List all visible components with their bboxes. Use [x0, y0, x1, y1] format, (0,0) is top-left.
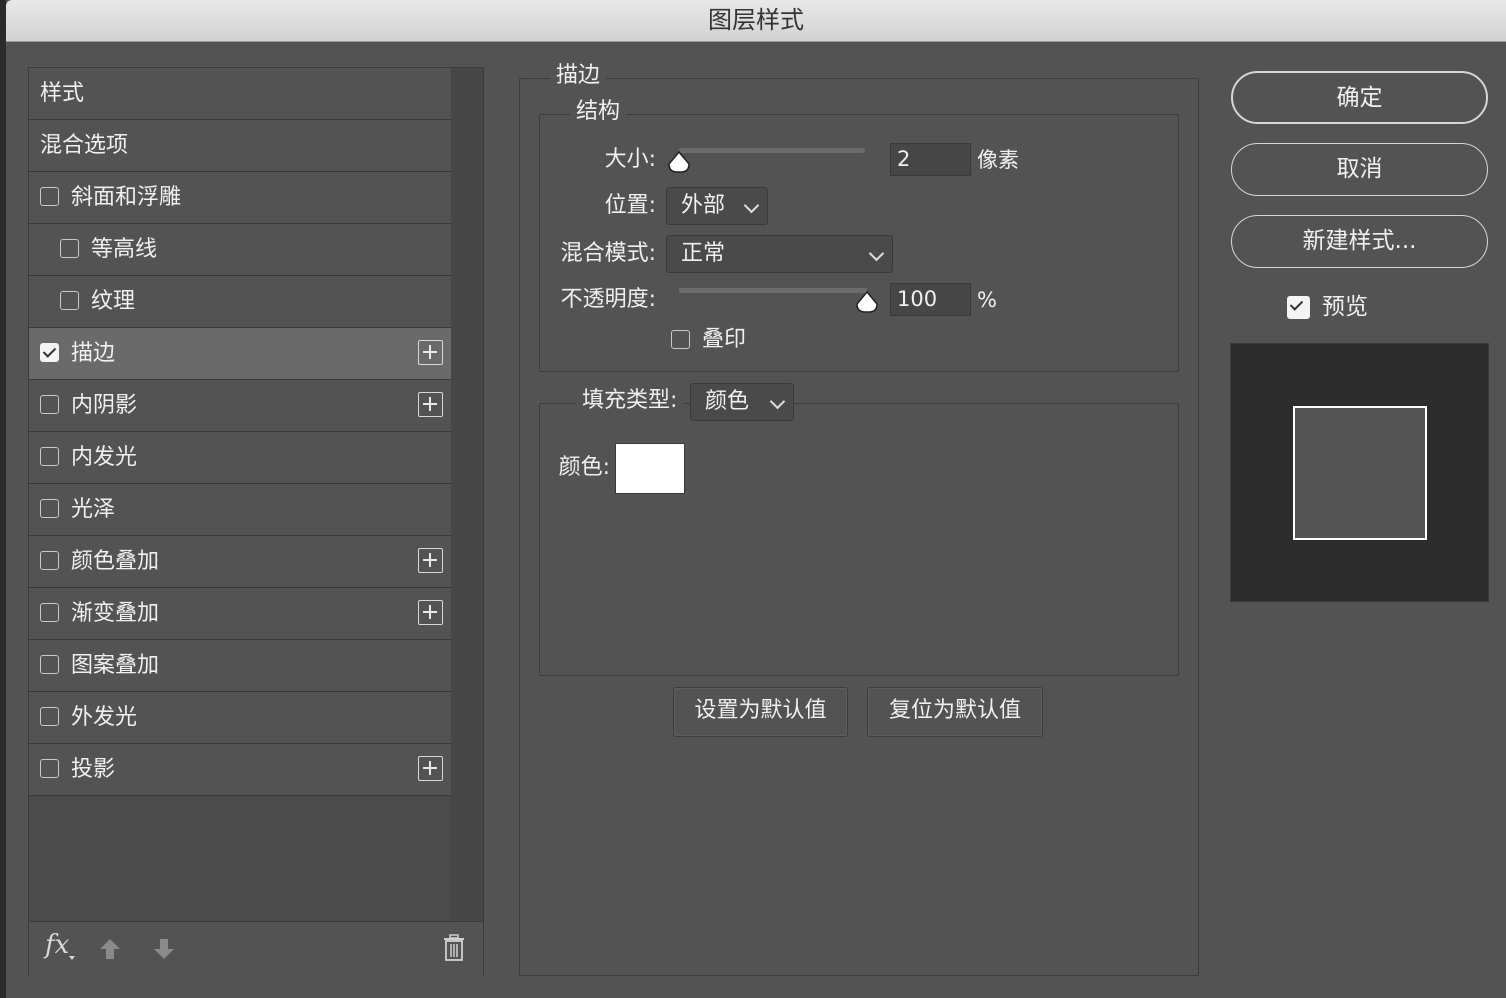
preview-thumbnail	[1230, 343, 1489, 602]
opacity-unit: %	[977, 288, 997, 312]
style-item-label: 图案叠加	[71, 653, 160, 678]
style-list-item[interactable]: 外发光	[29, 692, 451, 744]
overprint-checkbox[interactable]	[671, 330, 690, 349]
add-effect-icon[interactable]	[418, 392, 443, 417]
style-checkbox[interactable]	[60, 239, 79, 258]
style-list-item[interactable]: 等高线	[29, 224, 451, 276]
style-checkbox[interactable]	[40, 447, 59, 466]
size-slider-thumb[interactable]	[668, 151, 690, 173]
fill-type-value: 颜色	[705, 389, 750, 414]
style-item-label: 投影	[71, 757, 116, 782]
ok-button[interactable]: 确定	[1231, 71, 1488, 124]
opacity-input[interactable]: 100	[890, 283, 971, 316]
style-list-item[interactable]: 投影	[29, 744, 451, 796]
style-item-label: 外发光	[71, 705, 138, 730]
chevron-down-icon	[743, 197, 760, 214]
trash-icon[interactable]	[443, 934, 465, 962]
style-list-item[interactable]: 样式	[29, 68, 451, 120]
style-item-label: 内发光	[71, 445, 138, 470]
style-item-label: 内阴影	[71, 393, 138, 418]
fx-caret-icon	[69, 956, 75, 960]
style-item-label: 等高线	[91, 237, 158, 262]
blend-mode-label: 混合模式:	[560, 241, 656, 266]
style-list-item[interactable]: 斜面和浮雕	[29, 172, 451, 224]
style-checkbox[interactable]	[40, 499, 59, 518]
reset-default-button[interactable]: 复位为默认值	[867, 687, 1043, 737]
style-list-item[interactable]: 颜色叠加	[29, 536, 451, 588]
fill-type-label: 填充类型:	[576, 388, 684, 414]
preview-checkbox[interactable]	[1287, 296, 1310, 319]
style-item-label: 颜色叠加	[71, 549, 160, 574]
fx-menu-button[interactable]: fx	[45, 930, 69, 960]
new-style-button[interactable]: 新建样式...	[1231, 215, 1488, 268]
fill-type-select[interactable]: 颜色	[690, 383, 794, 421]
size-slider[interactable]	[679, 148, 865, 153]
style-item-label: 纹理	[91, 289, 136, 314]
style-item-label: 混合选项	[40, 133, 129, 158]
stroke-group-title: 描边	[550, 63, 607, 89]
style-list-item[interactable]: 描边	[29, 328, 451, 380]
scrollbar-track[interactable]	[451, 68, 483, 921]
style-checkbox[interactable]	[40, 759, 59, 778]
style-checkbox[interactable]	[60, 291, 79, 310]
style-list-item[interactable]: 图案叠加	[29, 640, 451, 692]
preview-stroke-square	[1293, 406, 1427, 540]
position-select[interactable]: 外部	[666, 187, 768, 225]
style-item-label: 样式	[40, 81, 85, 106]
style-list-item[interactable]: 内阴影	[29, 380, 451, 432]
style-checkbox[interactable]	[40, 707, 59, 726]
size-unit: 像素	[977, 148, 1019, 172]
chevron-down-icon	[769, 393, 786, 410]
style-item-label: 光泽	[71, 497, 116, 522]
move-down-icon[interactable]	[151, 936, 177, 962]
style-item-label: 渐变叠加	[71, 601, 160, 626]
stroke-color-swatch[interactable]	[615, 443, 685, 494]
color-label: 颜色:	[558, 455, 610, 480]
overprint-label: 叠印	[702, 327, 747, 352]
make-default-button[interactable]: 设置为默认值	[673, 687, 848, 737]
blend-mode-select[interactable]: 正常	[666, 235, 893, 273]
style-item-label: 斜面和浮雕	[71, 185, 182, 210]
add-effect-icon[interactable]	[418, 548, 443, 573]
style-list-panel: 样式混合选项斜面和浮雕等高线纹理描边内阴影内发光光泽颜色叠加渐变叠加图案叠加外发…	[28, 67, 484, 976]
add-effect-icon[interactable]	[418, 600, 443, 625]
style-checkbox[interactable]	[40, 343, 59, 362]
preview-label: 预览	[1322, 294, 1368, 320]
blend-mode-value: 正常	[681, 241, 726, 266]
style-list-item[interactable]: 混合选项	[29, 120, 451, 172]
style-checkbox[interactable]	[40, 551, 59, 570]
cancel-button[interactable]: 取消	[1231, 143, 1488, 196]
position-value: 外部	[681, 193, 726, 218]
opacity-slider[interactable]	[679, 288, 867, 293]
chevron-down-icon	[868, 245, 885, 262]
style-list-item[interactable]: 光泽	[29, 484, 451, 536]
style-list-item[interactable]: 渐变叠加	[29, 588, 451, 640]
move-up-icon[interactable]	[97, 936, 123, 962]
style-checkbox[interactable]	[40, 395, 59, 414]
add-effect-icon[interactable]	[418, 756, 443, 781]
style-item-label: 描边	[71, 341, 116, 366]
style-checkbox[interactable]	[40, 603, 59, 622]
style-checkbox[interactable]	[40, 187, 59, 206]
style-list-item[interactable]: 纹理	[29, 276, 451, 328]
style-checkbox[interactable]	[40, 655, 59, 674]
add-effect-icon[interactable]	[418, 340, 443, 365]
structure-group-title: 结构	[570, 99, 627, 125]
dialog-title: 图层样式	[6, 0, 1506, 42]
style-list-footer: fx	[29, 921, 483, 976]
size-label: 大小:	[604, 147, 656, 172]
opacity-slider-thumb[interactable]	[856, 291, 878, 313]
size-input[interactable]: 2	[890, 143, 971, 176]
opacity-label: 不透明度:	[560, 287, 656, 312]
window-edge	[0, 0, 6, 998]
style-list: 样式混合选项斜面和浮雕等高线纹理描边内阴影内发光光泽颜色叠加渐变叠加图案叠加外发…	[29, 68, 451, 796]
position-label: 位置:	[604, 193, 656, 218]
style-list-item[interactable]: 内发光	[29, 432, 451, 484]
